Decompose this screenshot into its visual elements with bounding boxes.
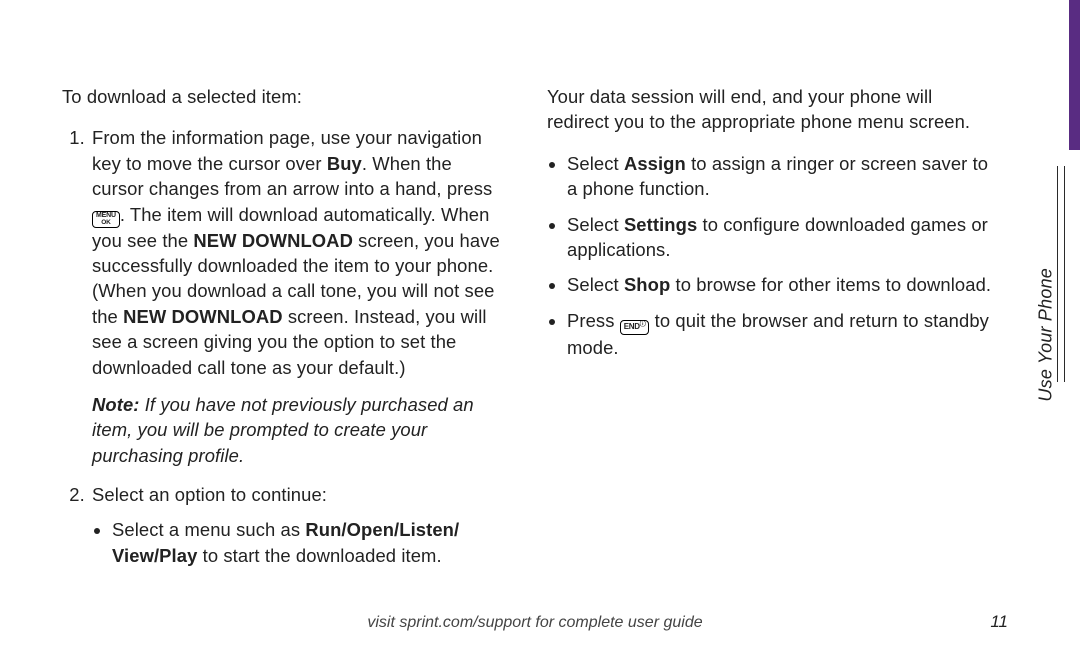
menu-ok-key-icon: MENUOK <box>92 211 120 228</box>
step-2: Select an option to continue: Select a m… <box>90 482 507 568</box>
footer-text: visit sprint.com/support for complete us… <box>62 614 1008 632</box>
step-1: From the information page, use your navi… <box>90 125 507 468</box>
list-item: Press ENDⓘ to quit the browser and retur… <box>567 308 992 360</box>
section-tab <box>1069 0 1080 150</box>
list-item: Select a menu such as Run/Open/Listen/ V… <box>112 517 507 568</box>
step-2-options: Select a menu such as Run/Open/Listen/ V… <box>92 517 507 568</box>
text: Press <box>567 310 620 331</box>
body-columns: To download a selected item: From the in… <box>62 84 992 582</box>
end-key-icon: ENDⓘ <box>620 320 650 335</box>
section-side-label: Use Your Phone <box>1036 268 1057 402</box>
page-number: 11 <box>990 612 1008 632</box>
column-right: Your data session will end, and your pho… <box>547 84 992 582</box>
list-item: Select Settings to configure downloaded … <box>567 212 992 263</box>
text: Select <box>567 274 624 295</box>
text: to browse for other items to download. <box>670 274 991 295</box>
new-download-label: NEW DOWNLOAD <box>193 230 353 251</box>
note-text: If you have not previously purchased an … <box>92 394 474 466</box>
list-item: Select Assign to assign a ringer or scre… <box>567 151 992 202</box>
text: Select an option to continue: <box>92 484 327 505</box>
assign-label: Assign <box>624 153 686 174</box>
buy-label: Buy <box>327 153 362 174</box>
text: Your data session will end, and your pho… <box>547 86 970 132</box>
continuation-options: Select Assign to assign a ringer or scre… <box>547 151 992 360</box>
section-heading: To download a selected item: <box>62 84 507 109</box>
note: Note: If you have not previously purchas… <box>92 392 507 468</box>
text: Select a menu such as <box>112 519 305 540</box>
section-tab-divider <box>1055 166 1067 382</box>
column-left: To download a selected item: From the in… <box>62 84 507 582</box>
manual-page: Use Your Phone To download a selected it… <box>0 0 1080 648</box>
text: Select <box>567 214 624 235</box>
text: Select <box>567 153 624 174</box>
new-download-label: NEW DOWNLOAD <box>123 306 283 327</box>
steps-list: From the information page, use your navi… <box>62 125 507 568</box>
note-label: Note: <box>92 394 140 415</box>
footer: visit sprint.com/support for complete us… <box>62 614 1008 632</box>
list-item: Select Shop to browse for other items to… <box>567 272 992 297</box>
settings-label: Settings <box>624 214 697 235</box>
shop-label: Shop <box>624 274 670 295</box>
text: to start the downloaded item. <box>197 545 441 566</box>
